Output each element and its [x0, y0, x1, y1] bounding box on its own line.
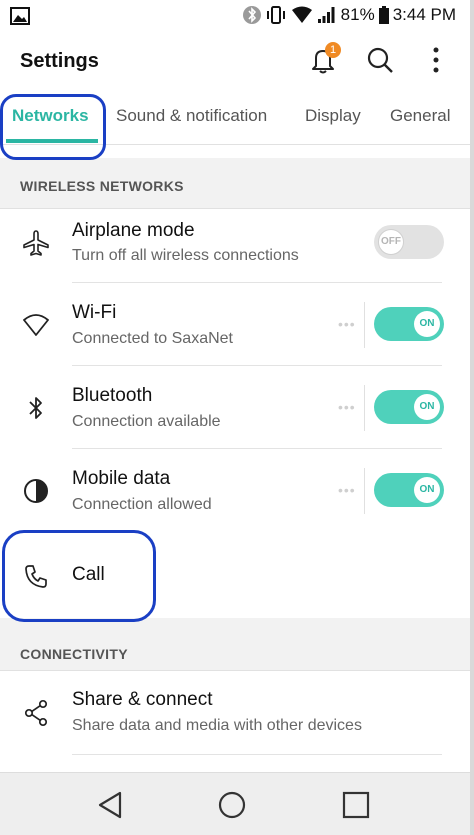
row-subtitle: Connected to SaxaNet: [72, 330, 233, 347]
share-connect-row[interactable]: Share & connect Share data and media wit…: [0, 671, 470, 755]
home-circle-icon: [218, 791, 246, 819]
screen: 81% 3:44 PM Settings 1 Networks Sound & …: [0, 0, 474, 835]
wifi-signal-icon: [291, 6, 313, 24]
overflow-menu-button[interactable]: [418, 42, 454, 78]
more-options-icon[interactable]: •••: [338, 482, 356, 498]
row-subtitle: Connection allowed: [72, 496, 212, 513]
notification-badge: 1: [325, 42, 341, 58]
more-vert-icon: [433, 47, 439, 73]
mobile-data-row[interactable]: Mobile data Connection allowed ••• ON: [0, 449, 470, 532]
back-button[interactable]: [90, 785, 130, 825]
tab-display[interactable]: Display: [305, 106, 361, 126]
row-title: Wi-Fi: [72, 302, 117, 323]
wifi-icon: [20, 309, 52, 341]
more-options-icon[interactable]: •••: [338, 399, 356, 415]
search-button[interactable]: [362, 42, 398, 78]
tab-general[interactable]: General: [390, 106, 450, 126]
airplane-mode-row[interactable]: Airplane mode Turn off all wireless conn…: [0, 209, 470, 283]
section-title: WIRELESS NETWORKS: [20, 178, 184, 194]
wifi-toggle[interactable]: ON: [374, 307, 444, 341]
row-subtitle: Connection available: [72, 413, 221, 430]
bluetooth-status-icon: [242, 5, 261, 25]
cell-signal-icon: [317, 6, 337, 24]
row-title: Share & connect: [72, 689, 213, 710]
toggle-state: OFF: [378, 229, 404, 255]
notifications-button[interactable]: 1: [305, 42, 341, 78]
back-triangle-icon: [98, 791, 122, 819]
wifi-row[interactable]: Wi-Fi Connected to SaxaNet ••• ON: [0, 283, 470, 366]
gallery-notification-icon: [10, 7, 30, 30]
app-bar: Settings 1: [0, 32, 470, 90]
tab-sound-notification[interactable]: Sound & notification: [116, 106, 267, 126]
phone-icon: [20, 560, 52, 592]
home-button[interactable]: [212, 785, 252, 825]
vibrate-icon: [265, 5, 287, 25]
share-icon: [20, 697, 52, 729]
search-icon: [367, 47, 393, 73]
active-tab-indicator: [6, 139, 98, 143]
row-subtitle: Turn off all wireless connections: [72, 247, 299, 264]
toggle-state: ON: [414, 477, 440, 503]
recents-button[interactable]: [336, 785, 376, 825]
toggle-state: ON: [414, 311, 440, 337]
bluetooth-toggle[interactable]: ON: [374, 390, 444, 424]
battery-icon: [378, 6, 389, 24]
more-options-icon[interactable]: •••: [338, 316, 356, 332]
call-row[interactable]: Call: [0, 532, 470, 618]
section-header-connectivity: CONNECTIVITY: [0, 618, 470, 671]
section-title: CONNECTIVITY: [20, 646, 128, 662]
section-header-wireless: WIRELESS NETWORKS: [0, 158, 470, 209]
tab-networks[interactable]: Networks: [12, 106, 89, 126]
row-subtitle: Share data and media with other devices: [72, 717, 362, 734]
row-title: Bluetooth: [72, 385, 153, 406]
mobile-data-toggle[interactable]: ON: [374, 473, 444, 507]
toggle-state: ON: [414, 394, 440, 420]
airplane-mode-toggle[interactable]: OFF: [374, 225, 444, 259]
bluetooth-icon: [20, 392, 52, 424]
tab-bar: Networks Sound & notification Display Ge…: [0, 90, 470, 145]
clock-time: 3:44 PM: [392, 5, 456, 24]
bluetooth-row[interactable]: Bluetooth Connection available ••• ON: [0, 366, 470, 449]
row-title: Call: [72, 564, 105, 585]
page-title: Settings: [20, 50, 99, 72]
row-title: Airplane mode: [72, 220, 195, 241]
mobile-data-icon: [20, 475, 52, 507]
airplane-icon: [20, 227, 52, 259]
row-title: Mobile data: [72, 468, 171, 489]
status-bar: 81% 3:44 PM: [0, 0, 470, 32]
recents-square-icon: [342, 791, 370, 819]
battery-percent: 81%: [340, 5, 375, 24]
navigation-bar: [0, 772, 470, 835]
